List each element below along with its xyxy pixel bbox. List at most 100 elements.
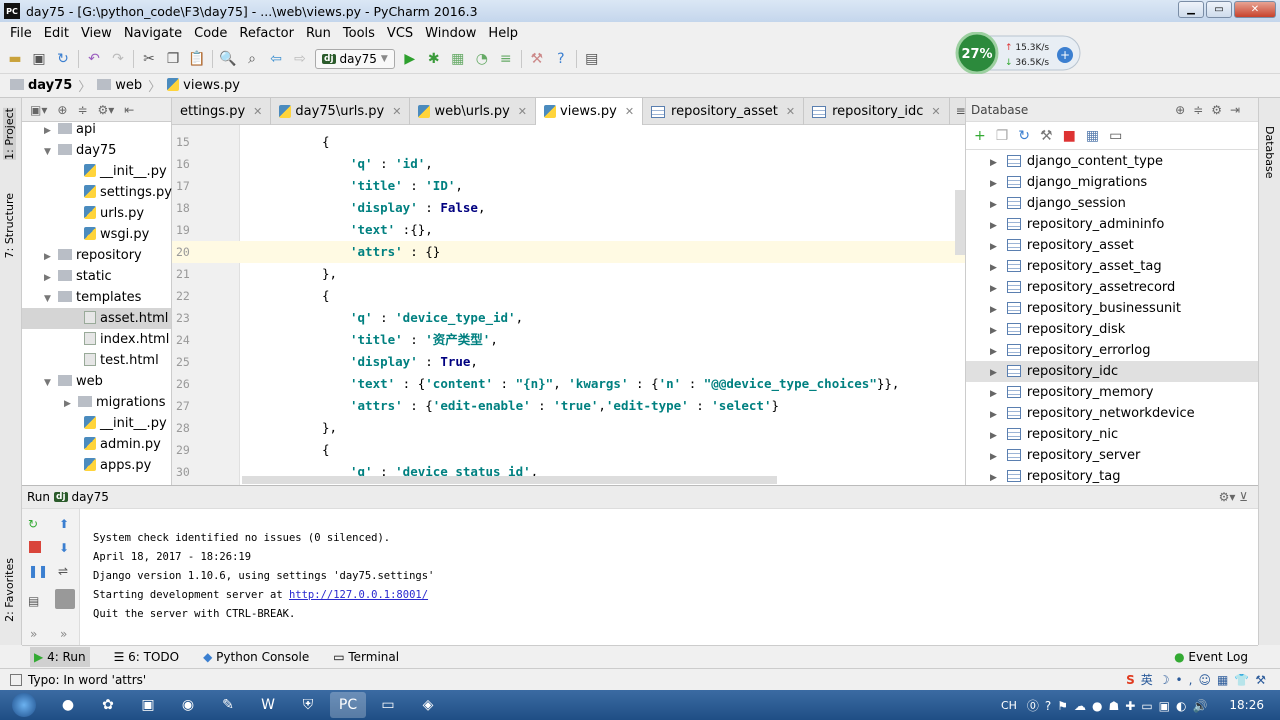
breadcrumb-item-folder[interactable]: web	[97, 78, 142, 93]
run-icon[interactable]: ▶	[401, 50, 419, 68]
expand-arrow-icon[interactable]: ▶	[990, 284, 997, 294]
notepad-icon[interactable]: ✎	[210, 692, 246, 718]
scroll-end-icon[interactable]	[55, 589, 75, 609]
db-table-item[interactable]: ▶ repository_idc	[966, 361, 1258, 382]
db-table-item[interactable]: ▶ repository_nic	[966, 424, 1258, 445]
cut-icon[interactable]: ✂	[140, 50, 158, 68]
console-output[interactable]: System check identified no issues (0 sil…	[93, 529, 434, 624]
menu-view[interactable]: View	[75, 26, 118, 41]
tree-item[interactable]: ▶ static	[22, 266, 171, 287]
project-view-icon[interactable]: ▣▾	[30, 103, 47, 117]
open-folder-icon[interactable]: ▬	[6, 50, 24, 68]
tool-tab-favorites[interactable]: 2: Favorites	[3, 558, 16, 622]
editor-tab[interactable]: views.py ✕	[536, 98, 644, 125]
expand-arrow-icon[interactable]: ▶	[44, 268, 58, 289]
code-editor[interactable]: 15 {16 'q' : 'id', 17 'title' : 'ID', 18 'disp…	[172, 125, 965, 485]
input-language[interactable]: CH	[1001, 699, 1017, 712]
minimize-button[interactable]: ▁	[1178, 1, 1204, 18]
find-icon[interactable]: 🔍	[219, 50, 237, 68]
menu-code[interactable]: Code	[188, 26, 233, 41]
menu-window[interactable]: Window	[419, 26, 482, 41]
taskbar-app-icon[interactable]: ▣	[130, 692, 166, 718]
expand-arrow-icon[interactable]: ▶	[990, 158, 997, 168]
menu-file[interactable]: File	[4, 26, 38, 41]
expand-arrow-icon[interactable]: ▶	[990, 452, 997, 462]
tool-tab-python-console[interactable]: ◆ Python Console	[203, 650, 309, 664]
sync-icon[interactable]: ↻	[54, 50, 72, 68]
close-button[interactable]: ✕	[1234, 1, 1276, 18]
back-icon[interactable]: ⇦	[267, 50, 285, 68]
soft-wrap-icon[interactable]: ⇌	[58, 564, 68, 578]
db-table-item[interactable]: ▶ repository_errorlog	[966, 340, 1258, 361]
tree-item[interactable]: ▶ repository	[22, 245, 171, 266]
rerun-icon[interactable]: ↻	[28, 517, 38, 531]
vertical-scrollbar[interactable]	[955, 190, 965, 255]
editor-tab[interactable]: web\urls.py ✕	[410, 98, 537, 125]
run-config-select[interactable]: dj day75 ▼	[315, 48, 395, 69]
tree-item[interactable]: apps.py	[22, 455, 171, 476]
tree-item[interactable]: ▼ day75	[22, 140, 171, 161]
db-table-item[interactable]: ▶ repository_assetrecord	[966, 277, 1258, 298]
expand-arrow-icon[interactable]: ▶	[990, 347, 997, 357]
shield-icon[interactable]: ⛨	[290, 692, 326, 718]
settings-wrench-icon[interactable]: ⚒	[528, 50, 546, 68]
tree-item[interactable]: test.html	[22, 350, 171, 371]
word-icon[interactable]: W	[250, 692, 286, 718]
menu-navigate[interactable]: Navigate	[118, 26, 188, 41]
profile-icon[interactable]: ◔	[473, 50, 491, 68]
db-table-item[interactable]: ▶ repository_asset_tag	[966, 256, 1258, 277]
tree-item[interactable]: ▶ api	[22, 119, 171, 140]
tray-icons[interactable]: ⓪?⚑☁●☗✚▭▣◐🔊	[1027, 697, 1214, 714]
pause-icon[interactable]: ❚❚	[28, 564, 48, 578]
ime-toolbar[interactable]: S英☽•,☺▦👕⚒	[1126, 671, 1280, 688]
expand-arrow-icon[interactable]: ▶	[990, 368, 997, 378]
console-icon[interactable]: ▭	[1109, 128, 1122, 144]
tree-item[interactable]: asset.html	[22, 308, 171, 329]
chrome-icon[interactable]: ◉	[170, 692, 206, 718]
tool-tab-project[interactable]: 1: Project	[3, 108, 16, 160]
expand-arrow-icon[interactable]: ▶	[990, 242, 997, 252]
tree-item[interactable]: settings.py	[22, 182, 172, 203]
db-table-item[interactable]: ▶ repository_networkdevice	[966, 403, 1258, 424]
db-table-item[interactable]: ▶ repository_admininfo	[966, 214, 1258, 235]
horizontal-scrollbar[interactable]	[242, 476, 777, 484]
dump-threads-icon[interactable]: ▤	[28, 594, 39, 608]
taskbar-app-icon[interactable]: ✿	[90, 692, 126, 718]
db-table-item[interactable]: ▶ repository_server	[966, 445, 1258, 466]
editor-tab[interactable]: ettings.py ✕	[172, 98, 272, 125]
more-icon[interactable]: »	[30, 627, 37, 641]
taskbar-app-icon[interactable]: ●	[50, 692, 86, 718]
expand-arrow-icon[interactable]: ▼	[44, 142, 58, 163]
copy-icon[interactable]: ❐	[996, 128, 1009, 144]
pycharm-taskbar-icon[interactable]: PC	[330, 692, 366, 718]
tool-tab-terminal[interactable]: ▭ Terminal	[333, 650, 399, 664]
up-icon[interactable]: ⬆	[59, 517, 69, 531]
breadcrumb-item-project[interactable]: day75	[10, 78, 72, 93]
expand-arrow-icon[interactable]: ▶	[990, 389, 997, 399]
copy-icon[interactable]: ❐	[164, 50, 182, 68]
editor-tab[interactable]: day75\urls.py ✕	[271, 98, 411, 125]
menu-tools[interactable]: Tools	[337, 26, 381, 41]
breadcrumb-item-file[interactable]: views.py	[167, 78, 240, 93]
tree-item[interactable]: __init__.py	[22, 413, 171, 434]
add-datasource-icon[interactable]: +	[974, 128, 986, 144]
sdk-manager-icon[interactable]: ▤	[583, 50, 601, 68]
help-icon[interactable]: ?	[552, 50, 570, 68]
db-table-item[interactable]: ▶ repository_businessunit	[966, 298, 1258, 319]
refresh-icon[interactable]: ↻	[1018, 128, 1030, 144]
expand-arrow-icon[interactable]: ▶	[990, 431, 997, 441]
gear-icon[interactable]: ⚙▾	[98, 103, 115, 117]
expand-arrow-icon[interactable]: ▶	[990, 263, 997, 273]
paste-icon[interactable]: 📋	[188, 50, 206, 68]
locate-icon[interactable]: ⊕	[57, 103, 67, 117]
db-table-item[interactable]: ▶ django_content_type	[966, 151, 1258, 172]
tool-tab-run[interactable]: ▶ 4: Run	[30, 647, 90, 667]
expand-arrow-icon[interactable]: ▶	[990, 305, 997, 315]
tree-item[interactable]: index.html	[22, 329, 171, 350]
stop-icon[interactable]	[29, 541, 41, 553]
expand-arrow-icon[interactable]: ▶	[990, 179, 997, 189]
close-tab-icon[interactable]: ✕	[786, 105, 795, 118]
hide-icon[interactable]: ⇤	[124, 103, 134, 117]
undo-icon[interactable]: ↶	[85, 50, 103, 68]
concurrency-icon[interactable]: ≡	[497, 50, 515, 68]
